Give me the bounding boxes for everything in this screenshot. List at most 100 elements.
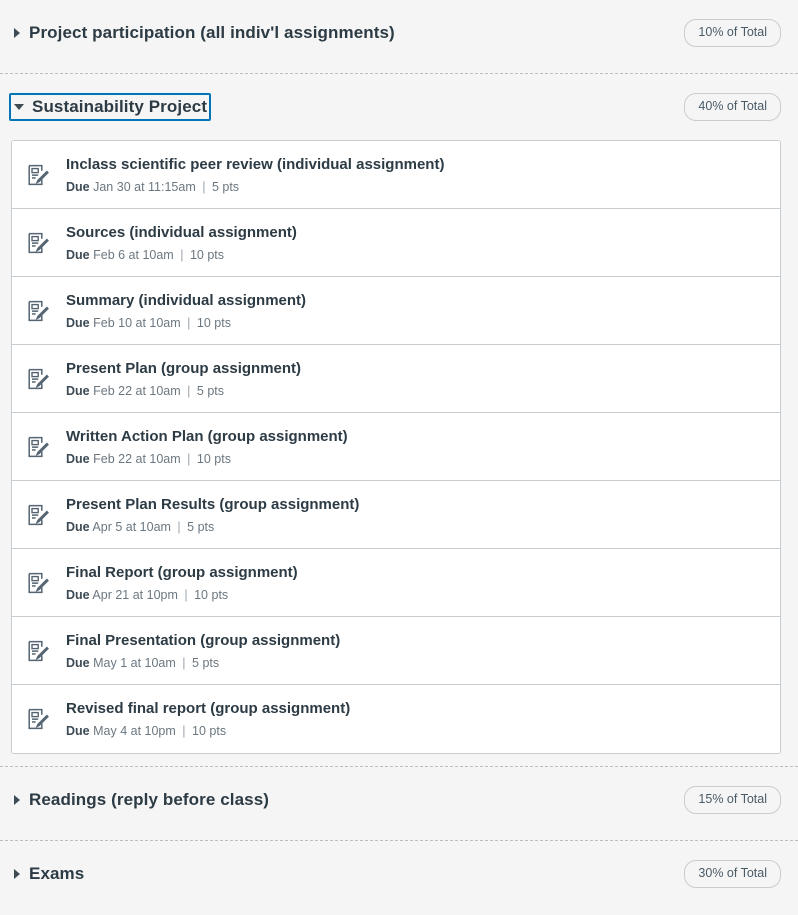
assignment-title-link[interactable]: Revised final report (group assignment) (66, 699, 350, 718)
assignment-title-link[interactable]: Inclass scientific peer review (individu… (66, 155, 444, 174)
due-date: Feb 22 at 10am (93, 383, 181, 398)
due-label: Due (66, 179, 90, 194)
due-label: Due (66, 247, 90, 262)
assignment-title-link[interactable]: Summary (individual assignment) (66, 291, 306, 310)
assignment-row[interactable]: Final Report (group assignment) Due Apr 2… (12, 549, 780, 617)
assignment-row[interactable]: Written Action Plan (group assignment) Du… (12, 413, 780, 481)
group-toggle-project-participation[interactable]: Project participation (all indiv'l assig… (10, 20, 398, 46)
caret-right-icon (14, 28, 20, 38)
assignment-group-header-sustainability-project[interactable]: Sustainability Project 40% of Total (0, 74, 798, 140)
group-header-left: Project participation (all indiv'l assig… (10, 20, 398, 46)
assignment-icon (25, 434, 51, 460)
assignment-meta: Due May 1 at 10am | 5 pts (66, 656, 340, 671)
assignment-body: Final Presentation (group assignment) Due… (66, 631, 340, 671)
group-toggle-exams[interactable]: Exams (10, 861, 87, 887)
group-title: Sustainability Project (32, 97, 208, 116)
assignment-row[interactable]: Present Plan Results (group assignment) D… (12, 481, 780, 549)
due-label: Due (66, 724, 90, 738)
assignment-icon (25, 230, 51, 256)
assignment-icon (25, 502, 51, 528)
due-date: May 4 at 10pm (93, 724, 176, 738)
assignment-row[interactable]: Sources (individual assignment) Due Feb 6… (12, 209, 780, 277)
group-title: Exams (29, 864, 85, 883)
assignment-body: Written Action Plan (group assignment) Du… (66, 427, 348, 467)
assignment-icon (25, 162, 51, 188)
group-weight-badge: 40% of Total (684, 93, 781, 121)
due-label: Due (66, 451, 90, 466)
assignment-icon (25, 298, 51, 324)
assignment-groups-container: Project participation (all indiv'l assig… (0, 0, 798, 907)
meta-separator: | (187, 383, 191, 398)
caret-right-icon (14, 869, 20, 879)
assignment-icon (25, 366, 51, 392)
assignment-points: 10 pts (196, 451, 231, 466)
assignment-points: 10 pts (194, 587, 229, 602)
group-toggle-readings[interactable]: Readings (reply before class) (10, 787, 272, 813)
assignment-meta: Due Feb 22 at 10am | 5 pts (66, 384, 301, 399)
meta-separator: | (180, 247, 184, 262)
meta-separator: | (187, 315, 191, 330)
meta-separator: | (182, 724, 186, 738)
assignment-meta: Due Feb 10 at 10am | 10 pts (66, 316, 306, 331)
assignment-meta: Due Jan 30 at 11:15am | 5 pts (66, 180, 444, 195)
assignment-body: Inclass scientific peer review (individu… (66, 155, 444, 195)
caret-right-icon (14, 795, 20, 805)
assignment-icon (25, 638, 51, 664)
assignment-body: Revised final report (group assignment) D… (66, 699, 350, 739)
group-header-left: Exams (10, 861, 87, 887)
meta-separator: | (182, 655, 186, 670)
caret-down-icon (14, 104, 24, 110)
assignment-title-link[interactable]: Present Plan (group assignment) (66, 359, 301, 378)
due-date: May 1 at 10am (93, 655, 176, 670)
assignment-body: Final Report (group assignment) Due Apr 2… (66, 563, 298, 603)
group-weight-badge: 10% of Total (684, 19, 781, 47)
assignment-meta: Due May 4 at 10pm | 10 pts (66, 724, 350, 739)
group-header-left: Sustainability Project (10, 94, 211, 120)
assignment-title-link[interactable]: Final Presentation (group assignment) (66, 631, 340, 650)
group-title: Project participation (all indiv'l assig… (29, 23, 395, 42)
due-label: Due (66, 587, 90, 602)
assignment-meta: Due Apr 21 at 10pm | 10 pts (66, 588, 298, 603)
assignment-meta: Due Apr 5 at 10am | 5 pts (66, 520, 359, 535)
assignment-points: 5 pts (196, 383, 224, 398)
assignment-group-header-project-participation[interactable]: Project participation (all indiv'l assig… (0, 0, 798, 66)
due-date: Feb 6 at 10am (93, 247, 174, 262)
due-date: Jan 30 at 11:15am (93, 179, 196, 194)
due-label: Due (66, 519, 90, 534)
assignment-row[interactable]: Summary (individual assignment) Due Feb 1… (12, 277, 780, 345)
group-header-left: Readings (reply before class) (10, 787, 272, 813)
due-label: Due (66, 315, 90, 330)
assignment-row[interactable]: Inclass scientific peer review (individu… (12, 141, 780, 209)
meta-separator: | (177, 519, 181, 534)
group-title: Readings (reply before class) (29, 790, 270, 809)
assignment-points: 5 pts (187, 519, 215, 534)
assignment-list-sustainability-project: Inclass scientific peer review (individu… (11, 140, 781, 754)
assignment-title-link[interactable]: Present Plan Results (group assignment) (66, 495, 359, 514)
group-toggle-sustainability-project[interactable]: Sustainability Project (10, 94, 211, 120)
assignment-row[interactable]: Present Plan (group assignment) Due Feb 2… (12, 345, 780, 413)
assignment-points: 10 pts (196, 315, 231, 330)
assignment-title-link[interactable]: Written Action Plan (group assignment) (66, 427, 348, 446)
assignment-points: 10 pts (189, 247, 224, 262)
assignment-points: 5 pts (211, 179, 240, 194)
due-date: Apr 21 at 10pm (92, 587, 178, 602)
assignments-page: Project participation (all indiv'l assig… (0, 0, 798, 915)
assignment-icon (25, 706, 51, 732)
assignment-meta: Due Feb 6 at 10am | 10 pts (66, 248, 297, 263)
assignment-row[interactable]: Revised final report (group assignment) D… (12, 685, 780, 753)
assignment-group-header-readings[interactable]: Readings (reply before class) 15% of Tota… (0, 767, 798, 833)
due-date: Feb 10 at 10am (93, 315, 181, 330)
assignment-body: Summary (individual assignment) Due Feb 1… (66, 291, 306, 331)
assignment-title-link[interactable]: Sources (individual assignment) (66, 223, 297, 242)
assignment-points: 10 pts (192, 724, 227, 738)
due-label: Due (66, 655, 90, 670)
assignment-body: Present Plan (group assignment) Due Feb 2… (66, 359, 301, 399)
assignment-title-link[interactable]: Final Report (group assignment) (66, 563, 298, 582)
group-weight-badge: 30% of Total (684, 860, 781, 888)
meta-separator: | (187, 451, 191, 466)
assignment-row[interactable]: Final Presentation (group assignment) Due… (12, 617, 780, 685)
assignment-group-header-exams[interactable]: Exams 30% of Total (0, 841, 798, 907)
